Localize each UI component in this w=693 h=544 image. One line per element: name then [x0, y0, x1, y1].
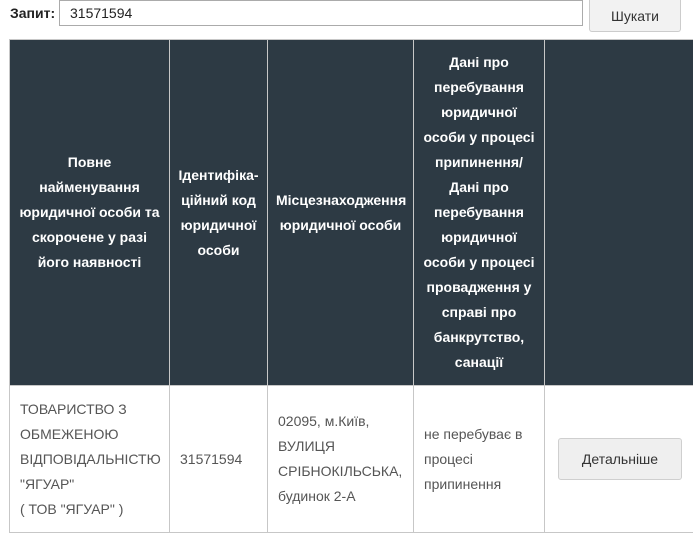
- results-table: Повне найменування юридичної особи та ск…: [9, 39, 693, 533]
- location-line: ВУЛИЦЯ: [278, 438, 336, 454]
- location-line: 02095, м.Київ,: [278, 413, 370, 429]
- location-line: будинок 2-А: [278, 488, 356, 504]
- name-line: ВІДПОВІДАЛЬНІСТЮ: [20, 450, 161, 467]
- table-header-row: Повне найменування юридичної особи та ск…: [9, 39, 693, 386]
- header-location: Місцезнаходження юридичної особи: [267, 39, 414, 386]
- location-line: СРІБНОКІЛЬСЬКА,: [278, 463, 403, 479]
- table-row: ТОВАРИСТВО З ОБМЕЖЕНОЮ ВІДПОВІДАЛЬНІСТЮ …: [9, 385, 693, 533]
- search-label: Запит:: [10, 5, 56, 21]
- search-input[interactable]: 31571594: [59, 0, 583, 26]
- header-full-name: Повне найменування юридичної особи та ск…: [9, 39, 170, 386]
- header-actions: [544, 39, 693, 386]
- name-line: ТОВАРИСТВО З: [20, 400, 127, 417]
- search-bar: Запит: 31571594 Шукати: [0, 0, 693, 36]
- search-button[interactable]: Шукати: [589, 0, 681, 32]
- details-button[interactable]: Детальніше: [558, 438, 682, 480]
- name-line: ( ТОВ "ЯГУАР" ): [20, 500, 124, 517]
- cell-location: 02095, м.Київ, ВУЛИЦЯ СРІБНОКІЛЬСЬКА, бу…: [267, 385, 414, 533]
- header-id-code: Ідентифіка-ційний код юридичної особи: [169, 39, 268, 386]
- name-line: "ЯГУАР": [20, 475, 75, 492]
- header-termination-status: Дані про перебування юридичної особи у п…: [413, 39, 545, 386]
- name-line: ОБМЕЖЕНОЮ: [20, 425, 119, 442]
- cell-termination-status: не перебуває в процесі припинення: [413, 385, 545, 533]
- cell-actions: Детальніше: [544, 385, 693, 533]
- cell-full-name: ТОВАРИСТВО З ОБМЕЖЕНОЮ ВІДПОВІДАЛЬНІСТЮ …: [9, 385, 170, 533]
- cell-id-code: 31571594: [169, 385, 268, 533]
